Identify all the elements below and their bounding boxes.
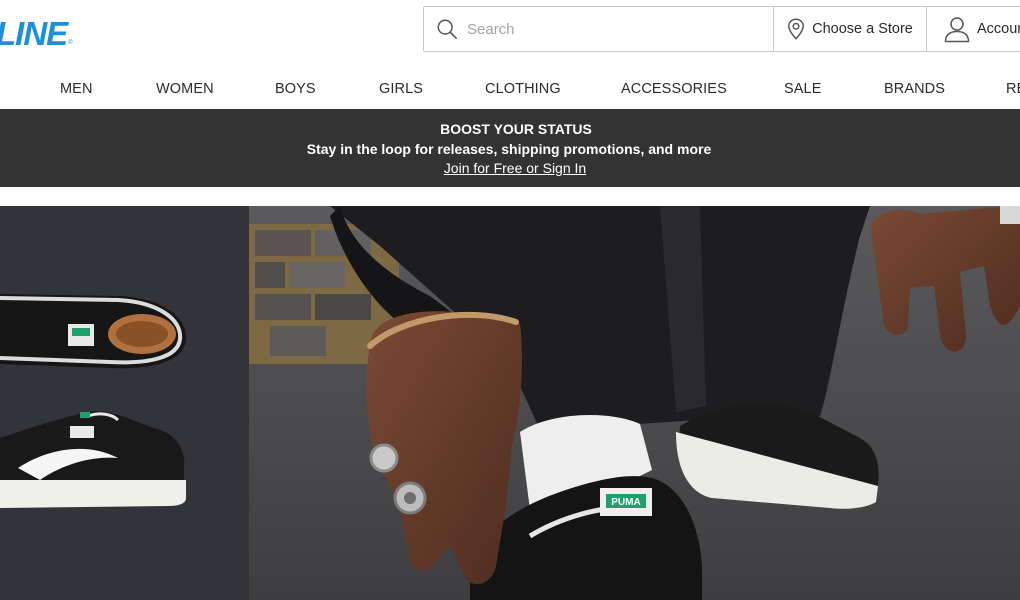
- promo-banner: BOOST YOUR STATUS Stay in the loop for r…: [0, 109, 1020, 187]
- choose-store-button[interactable]: Choose a Store: [773, 6, 927, 52]
- site-header: LINE ® Choose a Store Account: [0, 0, 1020, 64]
- search-icon[interactable]: [436, 18, 458, 40]
- main-nav: MEN WOMEN BOYS GIRLS CLOTHING ACCESSORIE…: [0, 70, 1020, 108]
- left-product-panel: [0, 206, 249, 600]
- nav-item-men[interactable]: MEN: [60, 81, 93, 97]
- nav-item-clothing[interactable]: CLOTHING: [485, 81, 561, 97]
- account-button[interactable]: Account: [926, 6, 1020, 52]
- nav-item-brands[interactable]: BRANDS: [884, 81, 945, 97]
- nav-item-girls[interactable]: GIRLS: [379, 81, 423, 97]
- promo-link-wrap: Join for Free or Sign In: [0, 160, 1020, 176]
- nav-item-boys[interactable]: BOYS: [275, 81, 316, 97]
- search-input[interactable]: [467, 20, 747, 38]
- account-label: Account: [977, 21, 1020, 37]
- choose-store-label: Choose a Store: [812, 21, 913, 37]
- hero-banner[interactable]: PUMA: [0, 206, 1020, 600]
- shoe-brand-text: PUMA: [611, 497, 640, 508]
- location-pin-icon: [788, 18, 805, 40]
- right-lifestyle-panel: PUMA: [249, 206, 1020, 600]
- nav-item-women[interactable]: WOMEN: [156, 81, 214, 97]
- logo-trademark: ®: [68, 40, 73, 46]
- promo-title: BOOST YOUR STATUS: [440, 121, 592, 137]
- brand-logo[interactable]: LINE ®: [0, 14, 73, 54]
- promo-subtitle: Stay in the loop for releases, shipping …: [306, 141, 712, 157]
- nav-item-sale[interactable]: SALE: [784, 81, 821, 97]
- nav-item-truncated[interactable]: RE: [1006, 81, 1020, 97]
- hero-image: PUMA: [0, 206, 1020, 600]
- logo-text: LINE: [0, 15, 68, 52]
- search-bar: [423, 6, 774, 52]
- join-signin-link[interactable]: Join for Free or Sign In: [444, 160, 586, 176]
- nav-item-accessories[interactable]: ACCESSORIES: [621, 81, 727, 97]
- user-icon: [944, 17, 970, 43]
